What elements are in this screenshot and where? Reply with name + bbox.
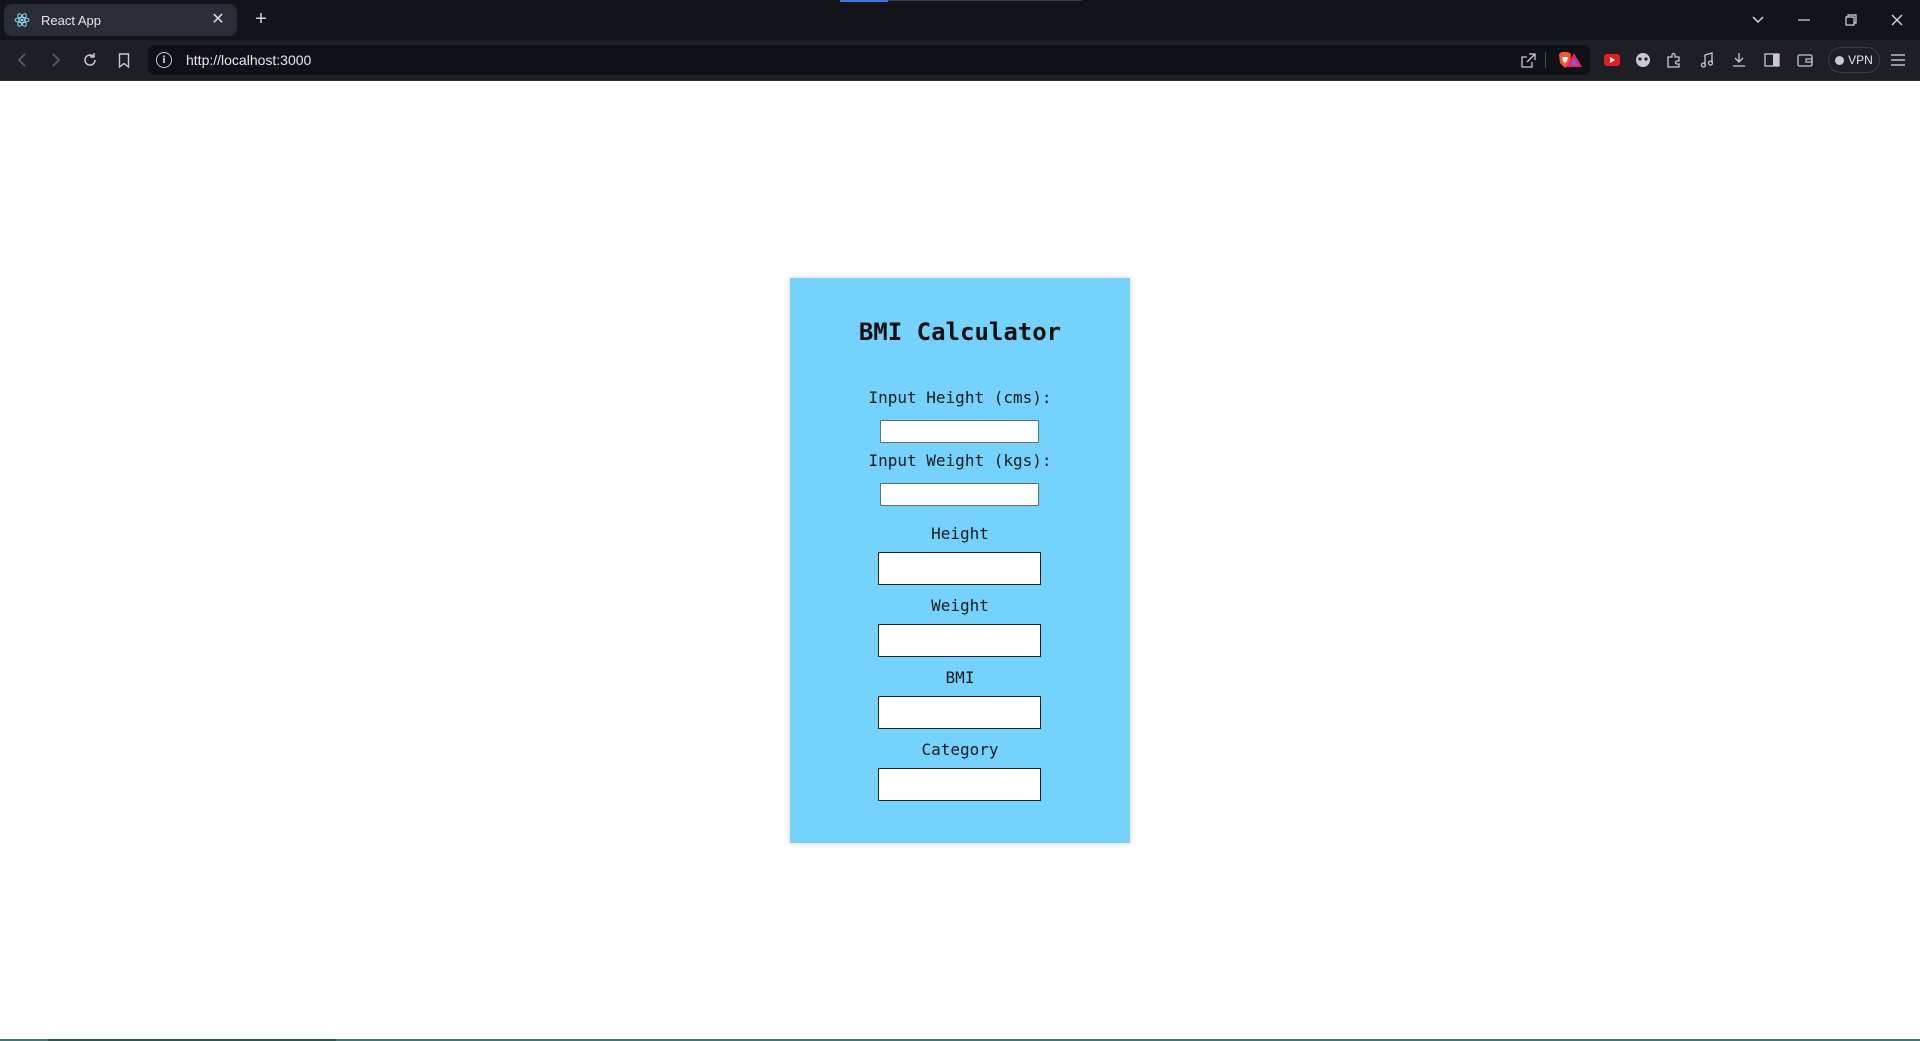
- page-load-track: [888, 0, 1082, 1]
- minimize-icon[interactable]: [1792, 8, 1816, 32]
- category-output-box: [878, 768, 1041, 801]
- close-window-icon[interactable]: [1885, 8, 1909, 32]
- tab-bar: React App ✕ +: [0, 0, 1920, 40]
- forward-icon[interactable]: [44, 48, 68, 72]
- weight-input[interactable]: [880, 483, 1039, 506]
- youtube-extension-icon[interactable]: [1600, 48, 1624, 72]
- tab-list-chevron-icon[interactable]: [1746, 8, 1770, 32]
- cookie-extension-icon[interactable]: [1631, 48, 1655, 72]
- react-icon: [14, 12, 30, 28]
- app-title: BMI Calculator: [858, 318, 1062, 346]
- height-input-label: Input Height (cms):: [868, 388, 1052, 407]
- extensions-puzzle-icon[interactable]: [1662, 48, 1686, 72]
- vpn-button[interactable]: VPN: [1828, 47, 1880, 73]
- wallet-icon[interactable]: [1793, 48, 1817, 72]
- menu-icon[interactable]: [1886, 48, 1910, 72]
- url-separator: [1545, 52, 1546, 68]
- height-output-label: Height: [931, 524, 989, 543]
- back-icon[interactable]: [10, 48, 34, 72]
- browser-toolbar: i http://localhost:3000: [0, 40, 1920, 81]
- address-bar[interactable]: i http://localhost:3000: [148, 45, 1590, 75]
- bmi-output-label: BMI: [945, 668, 975, 687]
- url-text[interactable]: http://localhost:3000: [186, 52, 311, 68]
- weight-input-label: Input Weight (kgs):: [868, 451, 1052, 470]
- bmi-calculator-card: BMI Calculator Input Height (cms): Input…: [790, 278, 1130, 843]
- share-icon[interactable]: [1520, 52, 1536, 68]
- new-tab-button[interactable]: +: [249, 8, 273, 32]
- close-tab-icon[interactable]: ✕: [209, 11, 227, 29]
- download-icon[interactable]: [1727, 48, 1751, 72]
- height-output-box: [878, 552, 1041, 585]
- browser-tab[interactable]: React App ✕: [4, 4, 237, 36]
- restore-icon[interactable]: [1839, 8, 1863, 32]
- vpn-label: VPN: [1848, 53, 1873, 67]
- weight-output-label: Weight: [931, 596, 989, 615]
- brave-rewards-icon[interactable]: [1562, 48, 1586, 72]
- site-info-icon[interactable]: i: [156, 52, 172, 68]
- music-icon[interactable]: [1695, 48, 1719, 72]
- weight-output-box: [878, 624, 1041, 657]
- page-viewport: BMI Calculator Input Height (cms): Input…: [0, 81, 1920, 1041]
- vpn-status-icon: [1835, 55, 1845, 65]
- page-load-indicator: [840, 0, 888, 2]
- category-output-label: Category: [921, 740, 999, 759]
- reload-icon[interactable]: [78, 48, 102, 72]
- bookmark-icon[interactable]: [112, 48, 136, 72]
- tab-title: React App: [41, 12, 101, 28]
- sidebar-icon[interactable]: [1760, 48, 1784, 72]
- height-input[interactable]: [880, 420, 1039, 443]
- bmi-output-box: [878, 696, 1041, 729]
